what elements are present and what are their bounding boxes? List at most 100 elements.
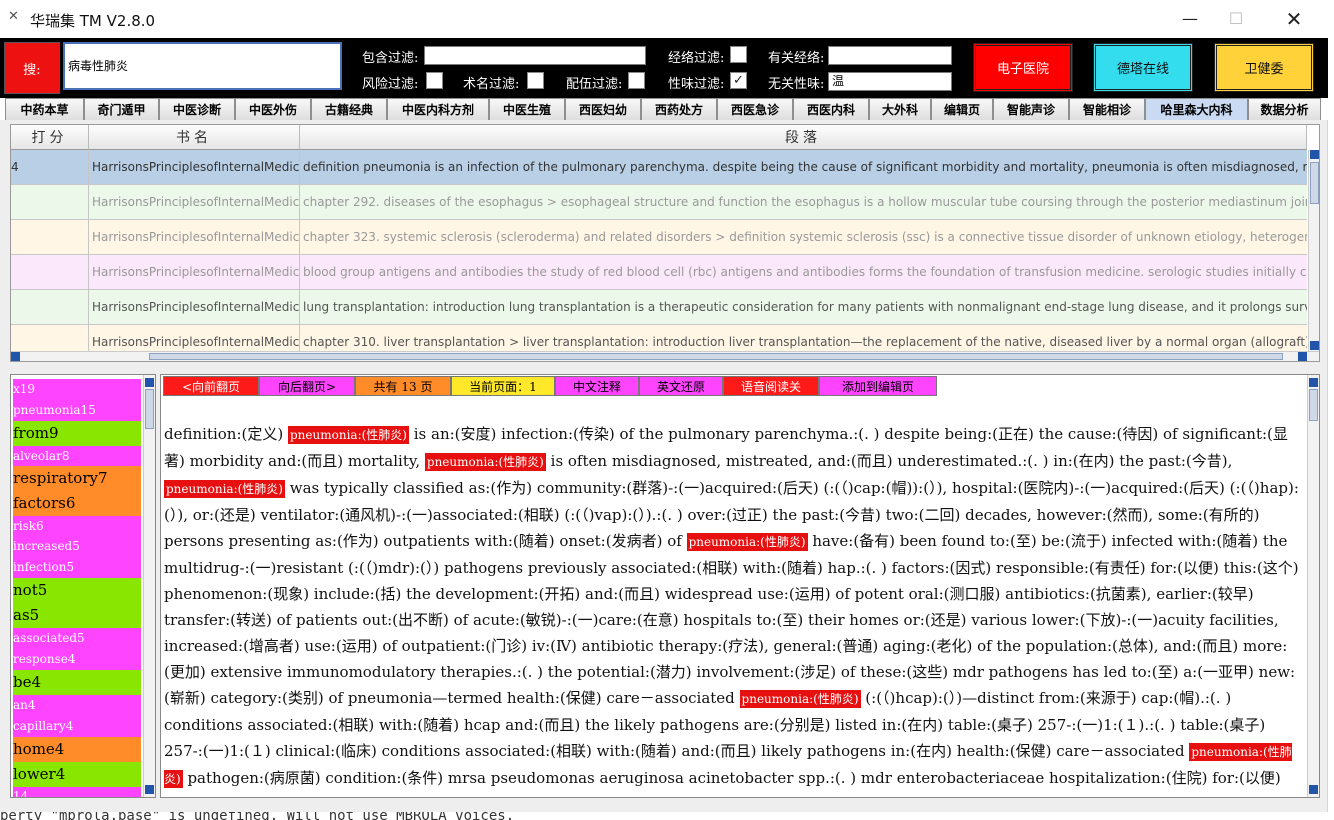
tab-item[interactable]: 大外科: [869, 98, 931, 120]
compat-filter-label: 配伍过滤:: [566, 77, 623, 92]
tab-item[interactable]: 中药本草: [5, 98, 84, 120]
annotated-paragraph: definition:(定义) pneumonia:(性肺炎) is an:(安…: [164, 421, 1300, 797]
list-item[interactable]: pneumonia15: [13, 399, 141, 421]
tab-item[interactable]: 中医诊断: [159, 98, 235, 120]
scroll-right-icon[interactable]: [1298, 352, 1307, 361]
minimize-button[interactable]: —: [1167, 4, 1213, 34]
book-cell: HarrisonsPrinciplesofInternalMedici...: [89, 150, 300, 185]
surgery-filter-checkbox[interactable]: [527, 72, 544, 89]
list-item[interactable]: alveolar8: [13, 446, 141, 466]
tab-item[interactable]: 智能相诊: [1069, 98, 1145, 120]
related-meridian-label: 有关经络:: [768, 51, 825, 66]
compat-filter-checkbox[interactable]: [628, 72, 645, 89]
tab-item[interactable]: 西医内科: [793, 98, 869, 120]
add-to-edit-button[interactable]: 添加到编辑页: [819, 376, 937, 396]
tab-item[interactable]: 西药处方: [641, 98, 717, 120]
table-row[interactable]: HarrisonsPrinciplesofInternalMedici... c…: [11, 185, 1307, 220]
maximize-button[interactable]: ☐: [1213, 4, 1259, 34]
prev-page-button[interactable]: <向前翻页: [163, 376, 259, 396]
risk-filter-checkbox[interactable]: [426, 72, 443, 89]
table-row[interactable]: HarrisonsPrinciplesofInternalMedici... c…: [11, 220, 1307, 255]
paragraph-text: is often misdiagnosed, mistreated, and:(…: [545, 452, 1233, 470]
table-row[interactable]: 4 HarrisonsPrinciplesofInternalMedici...…: [11, 150, 1307, 185]
weijianwei-button[interactable]: 卫健委: [1214, 43, 1314, 92]
tab-item[interactable]: 古籍经典: [311, 98, 387, 120]
taste-filter-checkbox[interactable]: ✓: [730, 72, 747, 89]
unrelated-taste-label: 无关性味:: [768, 77, 825, 92]
ehospital-button[interactable]: 电子医院: [973, 43, 1073, 92]
keyword-highlight: pneumonia:(性肺炎): [164, 480, 285, 498]
scroll-down-icon[interactable]: [1310, 341, 1319, 350]
next-page-button[interactable]: 向后翻页>: [259, 376, 355, 396]
table-vertical-scrollbar[interactable]: [1308, 150, 1319, 351]
search-input[interactable]: 病毒性肺炎: [63, 42, 342, 90]
scroll-thumb[interactable]: [1309, 389, 1318, 421]
tab-item[interactable]: 智能声诊: [993, 98, 1069, 120]
paragraph-cell: blood group antigens and antibodies the …: [303, 265, 1307, 279]
scroll-up-icon[interactable]: [1310, 150, 1319, 159]
scroll-thumb[interactable]: [1310, 162, 1319, 204]
meridian-filter-checkbox[interactable]: [730, 46, 747, 63]
list-item[interactable]: associated5: [13, 628, 141, 648]
close-button[interactable]: ✕: [1271, 4, 1317, 34]
list-item[interactable]: be4: [13, 670, 141, 695]
list-item[interactable]: as5: [13, 603, 141, 628]
tab-item[interactable]: 西医急诊: [717, 98, 793, 120]
list-item[interactable]: from9: [13, 421, 141, 446]
book-cell: HarrisonsPrinciplesofInternalMedici...: [89, 255, 300, 290]
scroll-left-icon[interactable]: [11, 352, 20, 361]
tab-harrison-active[interactable]: 哈里森大内科: [1145, 98, 1248, 120]
tab-item[interactable]: 数据分析: [1248, 98, 1321, 120]
table-horizontal-scrollbar[interactable]: [11, 351, 1319, 361]
tab-item[interactable]: 编辑页: [931, 98, 993, 120]
list-item[interactable]: factors6: [13, 491, 141, 516]
current-page-label: 当前页面：1: [451, 376, 555, 396]
unrelated-taste-input[interactable]: 温: [828, 72, 952, 91]
table-row[interactable]: HarrisonsPrinciplesofInternalMedici... l…: [11, 290, 1307, 325]
english-restore-button[interactable]: 英文还原: [639, 376, 723, 396]
table-row[interactable]: HarrisonsPrinciplesofInternalMedici... b…: [11, 255, 1307, 290]
tab-item[interactable]: 西医妇幼: [565, 98, 641, 120]
scroll-up-icon[interactable]: [145, 378, 154, 387]
voice-read-toggle[interactable]: 语音阅读关: [723, 376, 819, 396]
scroll-down-icon[interactable]: [145, 785, 154, 794]
hscroll-thumb[interactable]: [149, 353, 1283, 360]
meridian-filter-label: 经络过滤:: [668, 51, 725, 66]
list-item[interactable]: lower4: [13, 762, 141, 787]
window-title: 华瑞集 TM V2.8.0: [30, 12, 156, 30]
scroll-thumb[interactable]: [145, 389, 154, 429]
include-filter-label: 包含过滤:: [362, 51, 419, 66]
paragraph-scrollbar[interactable]: [1307, 375, 1319, 797]
paragraph-viewer: <向前翻页 向后翻页> 共有 13 页 当前页面：1 中文注释 英文还原 语音阅…: [160, 374, 1320, 798]
chinese-note-button[interactable]: 中文注释: [555, 376, 639, 396]
scroll-up-icon[interactable]: [1309, 378, 1318, 387]
list-item[interactable]: respiratory7: [13, 466, 141, 491]
detaonline-button[interactable]: 德塔在线: [1093, 43, 1193, 92]
tab-item[interactable]: 中医外伤: [235, 98, 311, 120]
keyword-highlight: pneumonia:(性肺炎): [686, 533, 808, 551]
app-window: ✕ 华瑞集 TM V2.8.0 — ☐ ✕ 搜: 病毒性肺炎 包含过滤: 风险过…: [0, 0, 1328, 812]
related-meridian-input[interactable]: [828, 46, 952, 65]
list-item[interactable]: risk6: [13, 516, 141, 536]
list-item[interactable]: an4: [13, 695, 141, 715]
header-score[interactable]: 打分: [11, 125, 89, 150]
tab-item[interactable]: 奇门遁甲: [84, 98, 159, 120]
list-item[interactable]: capillary4: [13, 715, 141, 737]
list-item[interactable]: x19: [13, 379, 141, 399]
list-item[interactable]: response4: [13, 648, 141, 670]
include-filter-input[interactable]: [424, 46, 646, 65]
search-button[interactable]: 搜:: [4, 42, 60, 94]
scroll-down-icon[interactable]: [1309, 785, 1318, 794]
word-list-scrollbar[interactable]: [143, 375, 155, 797]
header-paragraph[interactable]: 段落: [300, 125, 1307, 150]
list-item[interactable]: infection5: [13, 556, 141, 578]
tab-item[interactable]: 中医内科方剂: [387, 98, 489, 120]
results-table: 打分 书名 段落 4 HarrisonsPrinciplesofInternal…: [10, 124, 1320, 362]
list-item[interactable]: 14: [13, 787, 141, 797]
list-item[interactable]: home4: [13, 737, 141, 762]
list-item[interactable]: not5: [13, 578, 141, 603]
list-item[interactable]: increased5: [13, 536, 141, 556]
tab-item[interactable]: 中医生殖: [489, 98, 565, 120]
keyword-highlight: pneumonia:(性肺炎): [288, 426, 409, 444]
header-book[interactable]: 书名: [89, 125, 300, 150]
